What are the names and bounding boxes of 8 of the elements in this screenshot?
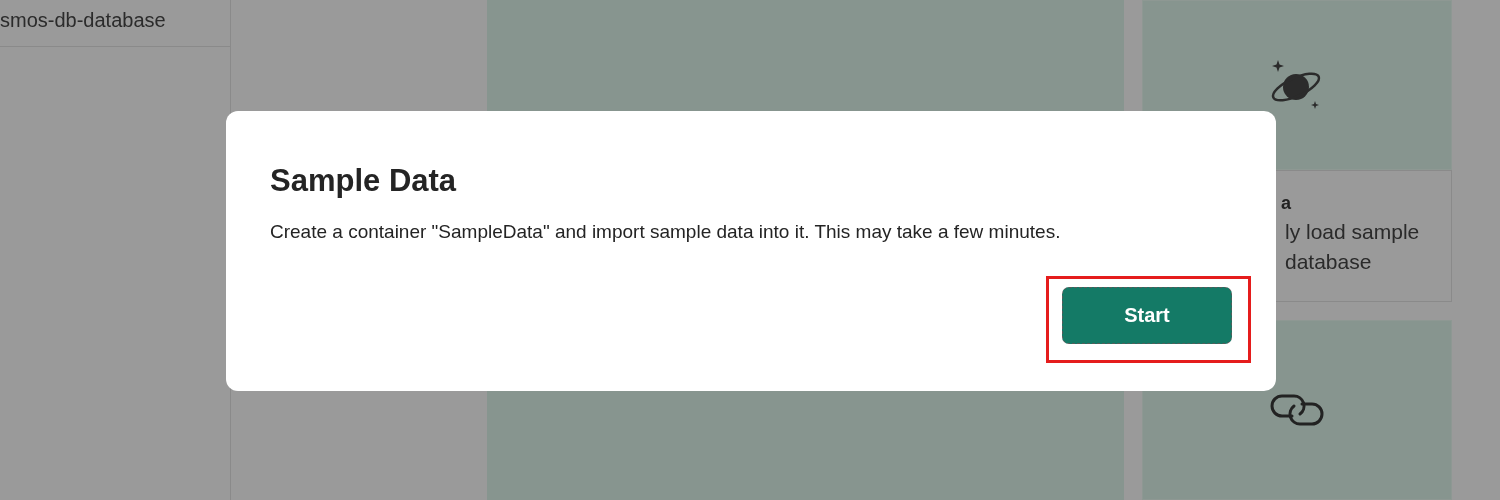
dialog-message: Create a container "SampleData" and import sample data into it. This may take a few minutes. xyxy=(270,221,1062,243)
card-title: a xyxy=(1281,193,1292,214)
dialog-title: Sample Data xyxy=(270,163,458,199)
start-button[interactable]: Start xyxy=(1062,287,1232,344)
database-title: smos-db-database xyxy=(0,8,166,32)
card-text: ly load sample xyxy=(1285,220,1421,244)
card-text: database xyxy=(1285,250,1373,274)
link-icon xyxy=(1270,392,1324,428)
